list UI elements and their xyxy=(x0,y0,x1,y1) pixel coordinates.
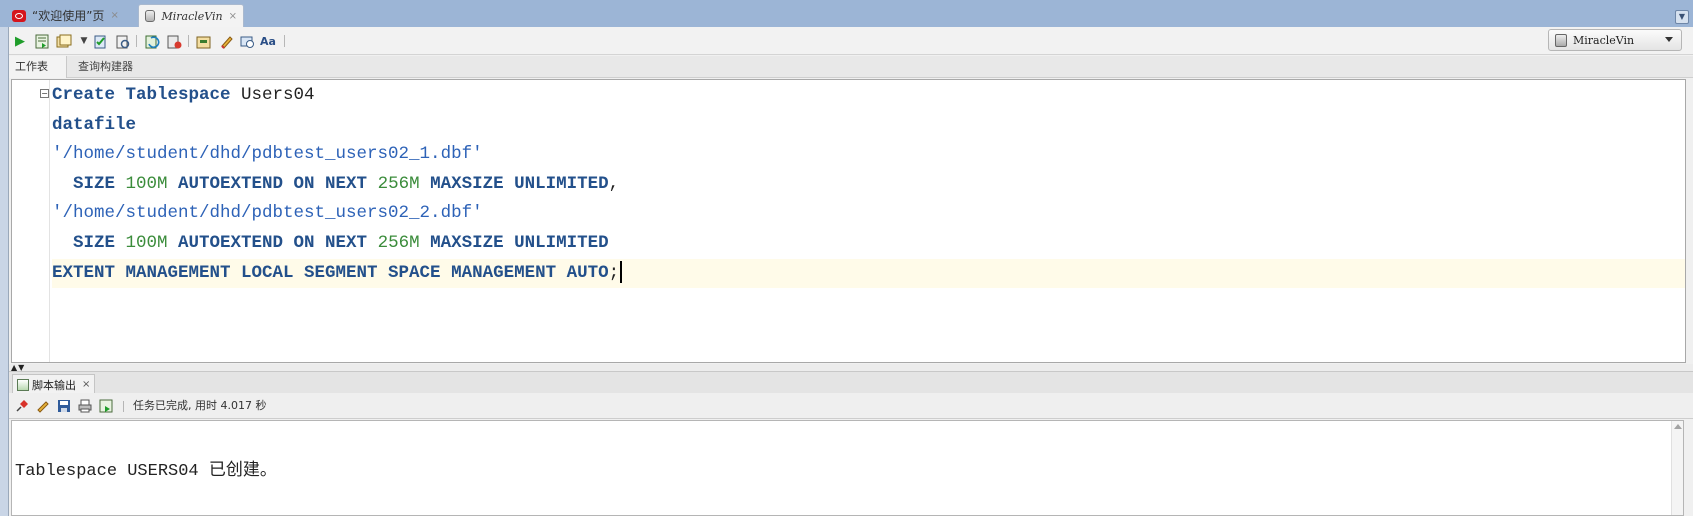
sql-history-icon[interactable] xyxy=(195,32,213,50)
code-token: ; xyxy=(608,262,620,283)
script-output-icon xyxy=(17,378,29,391)
code-token: SIZE xyxy=(52,233,126,253)
database-icon xyxy=(1555,33,1567,47)
code-line[interactable]: SIZE 100M AUTOEXTEND ON NEXT 256M MAXSIZ… xyxy=(52,229,609,258)
code-token: 100M xyxy=(125,173,168,194)
run-script-icon[interactable] xyxy=(98,398,114,414)
code-token: 256M xyxy=(377,233,420,253)
tab-welcome-label: “欢迎使用”页 xyxy=(32,9,105,23)
text-caret xyxy=(620,260,623,283)
database-icon xyxy=(145,10,156,22)
toolbar-separator xyxy=(284,35,285,47)
task-status-text: 任务已完成, 用时 4.017 秒 xyxy=(133,399,267,412)
tab-list-menu-icon[interactable]: ▼ xyxy=(1675,10,1689,24)
code-line[interactable]: SIZE 100M AUTOEXTEND ON NEXT 256M MAXSIZ… xyxy=(52,170,619,199)
pin-icon[interactable] xyxy=(14,398,30,414)
tab-miraclevin-label: MiracleVin xyxy=(161,9,223,23)
sql-editor[interactable]: − Create Tablespace Users04 datafile '/hom… xyxy=(11,79,1686,363)
chevron-down-icon xyxy=(1665,37,1673,42)
code-token: MAXSIZE UNLIMITED xyxy=(419,233,609,253)
code-token: 256M xyxy=(377,173,420,194)
clear-eraser-icon[interactable] xyxy=(217,32,235,50)
code-token: , xyxy=(608,173,620,194)
script-output-area[interactable]: Tablespace USERS04 已创建。 xyxy=(11,420,1684,516)
save-icon[interactable] xyxy=(56,398,72,414)
close-icon[interactable]: × xyxy=(229,11,237,22)
code-token: datafile xyxy=(52,114,137,135)
toolbar-separator xyxy=(136,35,137,47)
editor-gutter: − xyxy=(12,80,50,362)
code-line[interactable]: EXTENT MANAGEMENT LOCAL SEGMENT SPACE MA… xyxy=(52,258,1685,288)
tab-query-builder[interactable]: 查询构建器 xyxy=(72,56,139,78)
tab-welcome-page[interactable]: “欢迎使用”页 × xyxy=(6,4,136,27)
format-case-icon[interactable]: Aa xyxy=(259,32,277,50)
tab-script-output[interactable]: 脚本输出 × xyxy=(12,374,96,394)
tab-worksheet[interactable]: 工作表 xyxy=(9,56,67,78)
run-statement-icon[interactable]: ▶ xyxy=(11,32,29,50)
toolbar-separator xyxy=(123,401,124,412)
print-icon[interactable] xyxy=(77,398,93,414)
code-token: '/home/student/dhd/pdbtest_users02_1.dbf… xyxy=(52,144,483,165)
code-line[interactable]: Create Tablespace Users04 xyxy=(52,81,315,110)
scroll-up-icon[interactable] xyxy=(1674,424,1682,429)
oracle-icon xyxy=(12,9,26,22)
code-line[interactable]: '/home/student/dhd/pdbtest_users02_1.dbf… xyxy=(52,140,483,169)
explain-plan-icon[interactable] xyxy=(165,32,183,50)
worksheet-toolbar: ▶ ▼ Aa MiracleVin xyxy=(9,27,1693,55)
script-output-text: Tablespace USERS04 已创建。 xyxy=(15,462,277,481)
code-line[interactable]: '/home/student/dhd/pdbtest_users02_2.dbf… xyxy=(52,199,483,228)
toolbar-separator xyxy=(188,35,189,47)
document-tab-bar: “欢迎使用”页 × MiracleVin × ▼ xyxy=(0,0,1693,27)
rollback-icon[interactable] xyxy=(113,32,131,50)
splitter-arrows-icon[interactable]: ▲▼ xyxy=(11,364,25,372)
connection-selector-value: MiracleVin xyxy=(1573,33,1635,47)
code-token: MAXSIZE UNLIMITED xyxy=(419,173,609,194)
close-icon[interactable]: × xyxy=(110,10,118,21)
commit-icon[interactable] xyxy=(91,32,109,50)
clear-output-icon[interactable] xyxy=(35,398,51,414)
code-token: '/home/student/dhd/pdbtest_users02_2.dbf… xyxy=(52,203,483,224)
close-icon[interactable]: × xyxy=(82,379,90,390)
code-token: 100M xyxy=(125,233,168,253)
code-token: SIZE xyxy=(52,173,126,194)
code-token: Create Tablespace xyxy=(52,85,231,105)
fold-collapse-icon[interactable]: − xyxy=(40,89,49,98)
code-line[interactable]: datafile xyxy=(52,111,136,140)
vertical-scrollbar[interactable] xyxy=(1671,421,1683,515)
sql-tuning-advisor-icon[interactable] xyxy=(143,32,161,50)
autotrace-icon[interactable] xyxy=(55,32,73,50)
code-token: AUTOEXTEND ON NEXT xyxy=(167,173,378,194)
editor-sub-tabs: 工作表 查询构建器 xyxy=(9,56,1693,78)
output-tab-bar: 脚本输出 × xyxy=(9,371,1693,394)
output-toolbar: 任务已完成, 用时 4.017 秒 xyxy=(9,393,1693,419)
code-token: AUTOEXTEND ON NEXT xyxy=(167,233,378,253)
code-token: EXTENT MANAGEMENT LOCAL SEGMENT SPACE MA… xyxy=(52,262,609,283)
tab-script-output-label: 脚本输出 xyxy=(32,378,76,392)
sql-monitor-icon[interactable] xyxy=(238,32,256,50)
tab-miraclevin-worksheet[interactable]: MiracleVin × xyxy=(138,4,244,27)
code-token: Users04 xyxy=(230,85,315,105)
connection-selector[interactable]: MiracleVin xyxy=(1548,29,1682,51)
left-dock-strip xyxy=(0,27,8,516)
worksheet-panel: ▶ ▼ Aa MiracleVin 工作表 查询构建器 − Create Tab… xyxy=(8,27,1693,516)
run-script-icon[interactable] xyxy=(33,32,51,50)
panel-splitter[interactable]: ▲▼ xyxy=(9,364,1693,372)
